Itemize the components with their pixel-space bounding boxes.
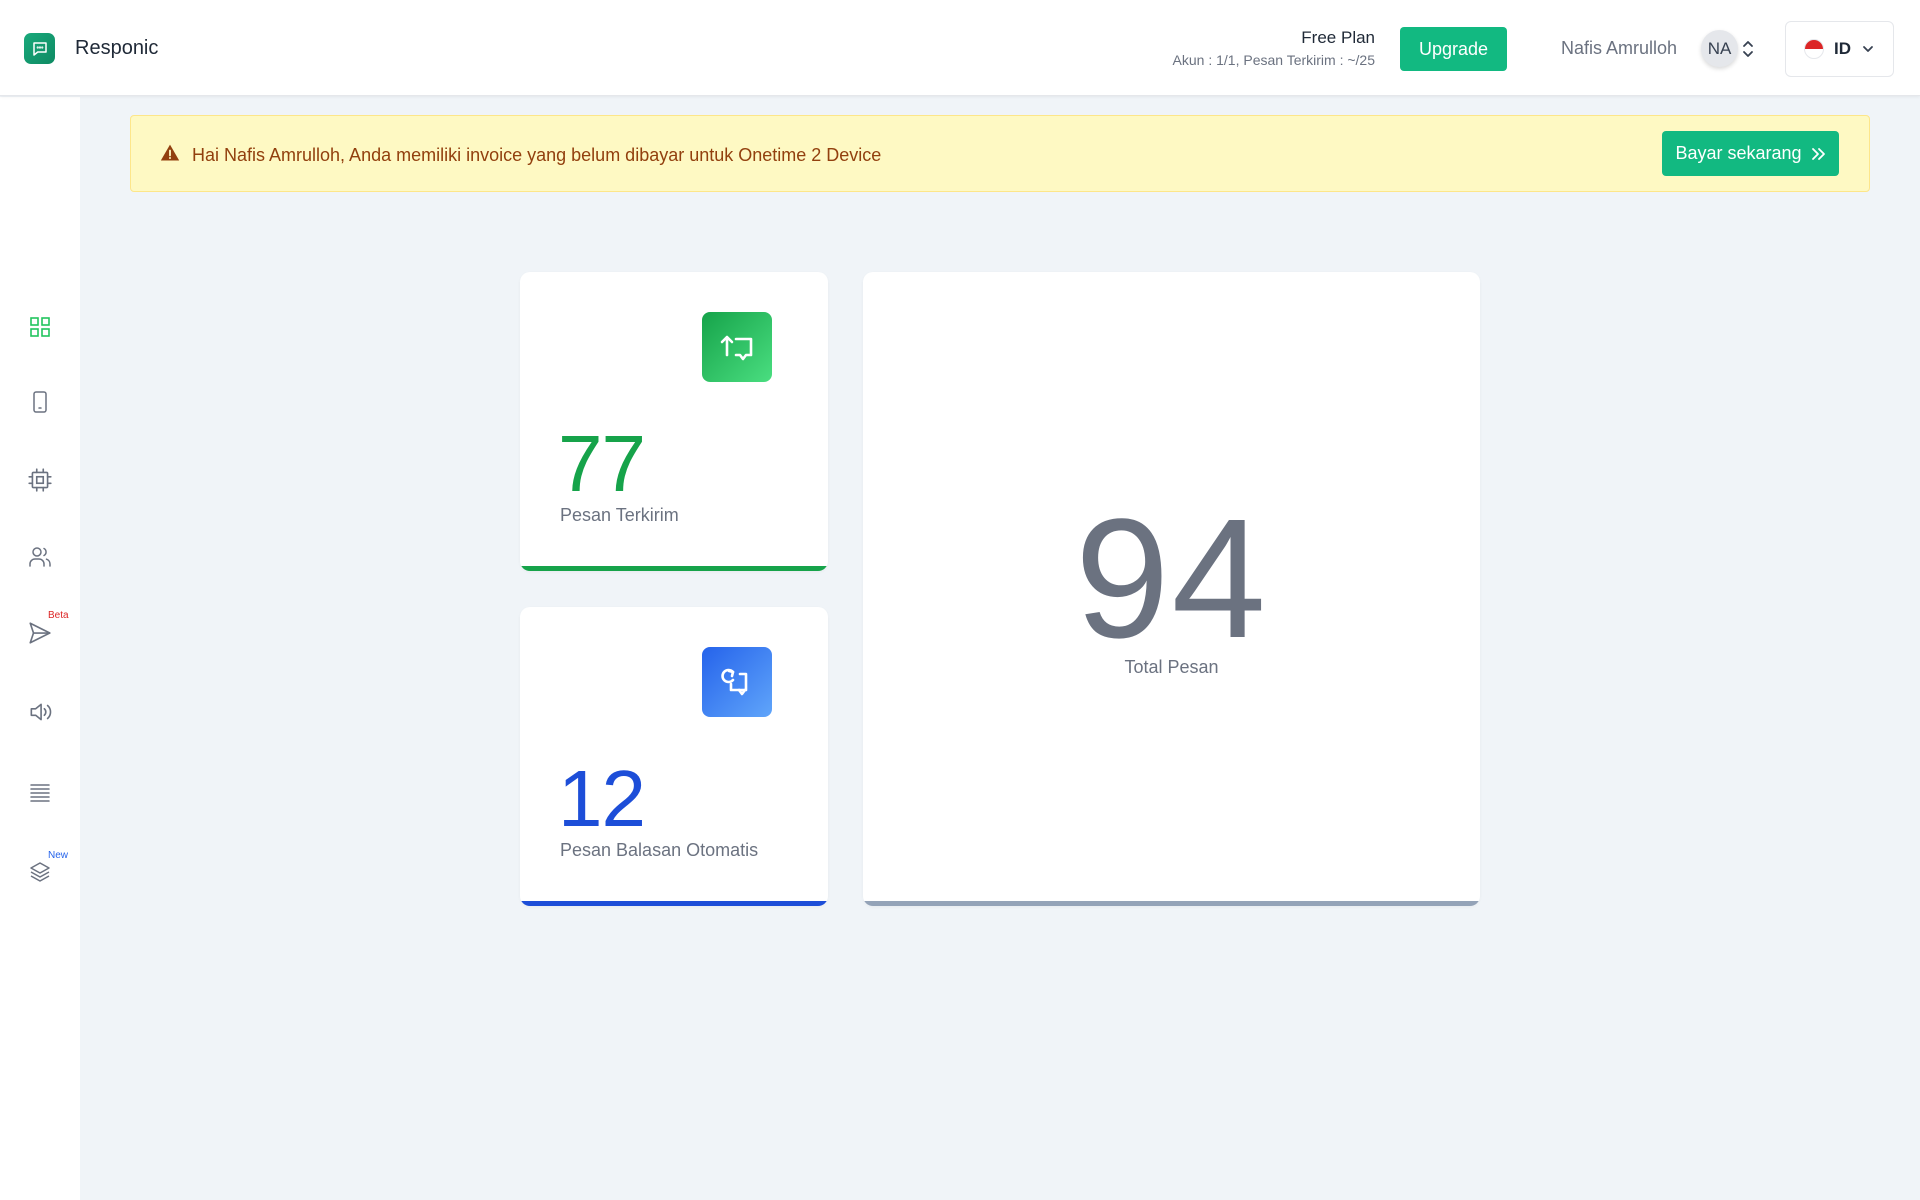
total-messages-card: 94 Total Pesan: [863, 272, 1480, 906]
sidebar-item-integration[interactable]: [24, 464, 56, 496]
total-messages-count: 94: [1074, 484, 1269, 674]
language-code: ID: [1834, 39, 1851, 58]
auto-reply-icon: [702, 647, 772, 717]
plan-info: Free Plan Akun : 1/1, Pesan Terkirim : ~…: [1173, 28, 1375, 68]
language-selector[interactable]: ID: [1785, 21, 1894, 77]
unpaid-invoice-alert: Hai Nafis Amrulloh, Anda memiliki invoic…: [130, 115, 1870, 192]
sidebar-item-layers[interactable]: New: [24, 850, 68, 888]
grid-icon: [30, 317, 50, 337]
auto-reply-card: 12 Pesan Balasan Otomatis: [520, 607, 828, 906]
users-icon: [29, 547, 51, 567]
sent-messages-count: 77: [558, 419, 646, 508]
list-icon: [30, 784, 50, 802]
pay-now-button[interactable]: Bayar sekarang: [1662, 131, 1839, 176]
chat-logo-icon: [32, 41, 47, 56]
card-accent-bar: [863, 901, 1480, 906]
chevrons-right-icon: [1811, 147, 1825, 160]
warning-icon: [160, 144, 180, 161]
chevron-down-icon: [1863, 46, 1873, 52]
sidebar: Beta New: [0, 97, 80, 1200]
pay-now-label: Bayar sekarang: [1675, 143, 1802, 163]
plan-name: Free Plan: [1301, 28, 1375, 47]
beta-badge: Beta: [48, 610, 69, 621]
upgrade-button[interactable]: Upgrade: [1400, 27, 1507, 71]
chevron-up-down-icon[interactable]: [1741, 39, 1755, 59]
avatar[interactable]: NA: [1701, 30, 1738, 67]
layers-icon: [30, 862, 50, 882]
sent-messages-card: 77 Pesan Terkirim: [520, 272, 828, 571]
sidebar-item-device[interactable]: [24, 386, 56, 418]
sidebar-item-send[interactable]: Beta: [24, 610, 69, 649]
card-accent-bar: [520, 566, 828, 571]
new-badge: New: [48, 850, 69, 861]
plan-usage: Akun : 1/1, Pesan Terkirim : ~/25: [1172, 52, 1375, 68]
user-name[interactable]: Nafis Amrulloh: [1561, 38, 1677, 59]
top-header: Responic Free Plan Akun : 1/1, Pesan Ter…: [0, 0, 1920, 96]
card-accent-bar: [520, 901, 828, 906]
auto-reply-label: Pesan Balasan Otomatis: [560, 840, 759, 860]
indonesia-flag-icon: [1804, 39, 1824, 59]
sidebar-item-dashboard[interactable]: [24, 311, 56, 343]
app-logo[interactable]: [24, 33, 55, 64]
speaker-icon: [30, 703, 52, 721]
outgoing-message-icon: [702, 312, 772, 382]
sent-messages-label: Pesan Terkirim: [560, 505, 679, 525]
total-messages-label: Total Pesan: [1124, 657, 1219, 677]
smartphone-icon: [33, 391, 47, 413]
sidebar-item-logs[interactable]: [24, 776, 56, 808]
send-icon: [29, 622, 51, 644]
app-name: Responic: [75, 37, 159, 59]
auto-reply-count: 12: [558, 754, 646, 843]
alert-message: Hai Nafis Amrulloh, Anda memiliki invoic…: [192, 145, 882, 165]
sidebar-item-broadcast[interactable]: [24, 696, 56, 728]
sidebar-item-contacts[interactable]: [24, 541, 56, 573]
cpu-icon: [28, 468, 52, 492]
